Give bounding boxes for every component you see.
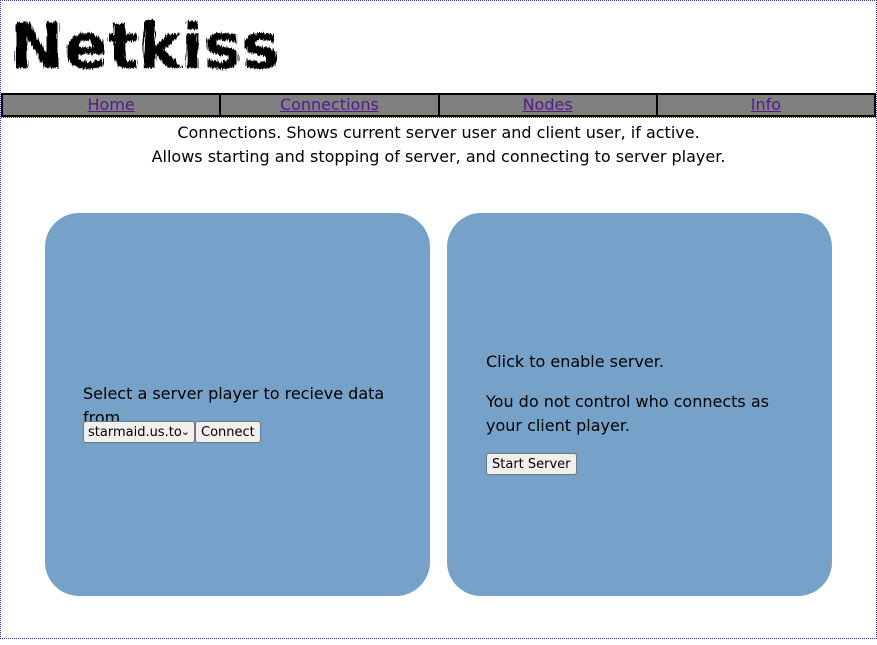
nav-item-connections: Connections — [220, 93, 439, 117]
start-server-button[interactable]: Start Server — [486, 453, 577, 475]
connect-button[interactable]: Connect — [195, 421, 261, 443]
server-warning-text: You do not control who connects as your … — [486, 392, 769, 435]
enable-server-text: Click to enable server. — [486, 352, 664, 371]
chevron-down-icon: ⌄ — [180, 425, 190, 438]
netkiss-logo: Netkiss — [10, 10, 280, 80]
nav-link-connections[interactable]: Connections — [280, 95, 379, 115]
nav-item-info: Info — [656, 93, 876, 117]
logo-text: Netkiss — [10, 10, 280, 80]
client-controls: starmaid.us.to ⌄ Connect — [83, 421, 261, 443]
nav-bar: Home Connections Nodes Info — [1, 93, 876, 118]
nav-item-nodes: Nodes — [438, 93, 657, 117]
server-player-select[interactable]: starmaid.us.to ⌄ — [83, 421, 195, 443]
server-panel: Click to enable server. You do not contr… — [447, 213, 832, 596]
client-panel: Select a server player to recieve data f… — [45, 213, 430, 596]
nav-link-info[interactable]: Info — [751, 95, 781, 115]
server-player-select-value: starmaid.us.to — [88, 424, 182, 440]
page-description: Connections. Shows current server user a… — [151, 123, 726, 166]
nav-item-home: Home — [1, 93, 221, 117]
nav-link-home[interactable]: Home — [88, 95, 135, 115]
nav-link-nodes[interactable]: Nodes — [523, 95, 573, 115]
